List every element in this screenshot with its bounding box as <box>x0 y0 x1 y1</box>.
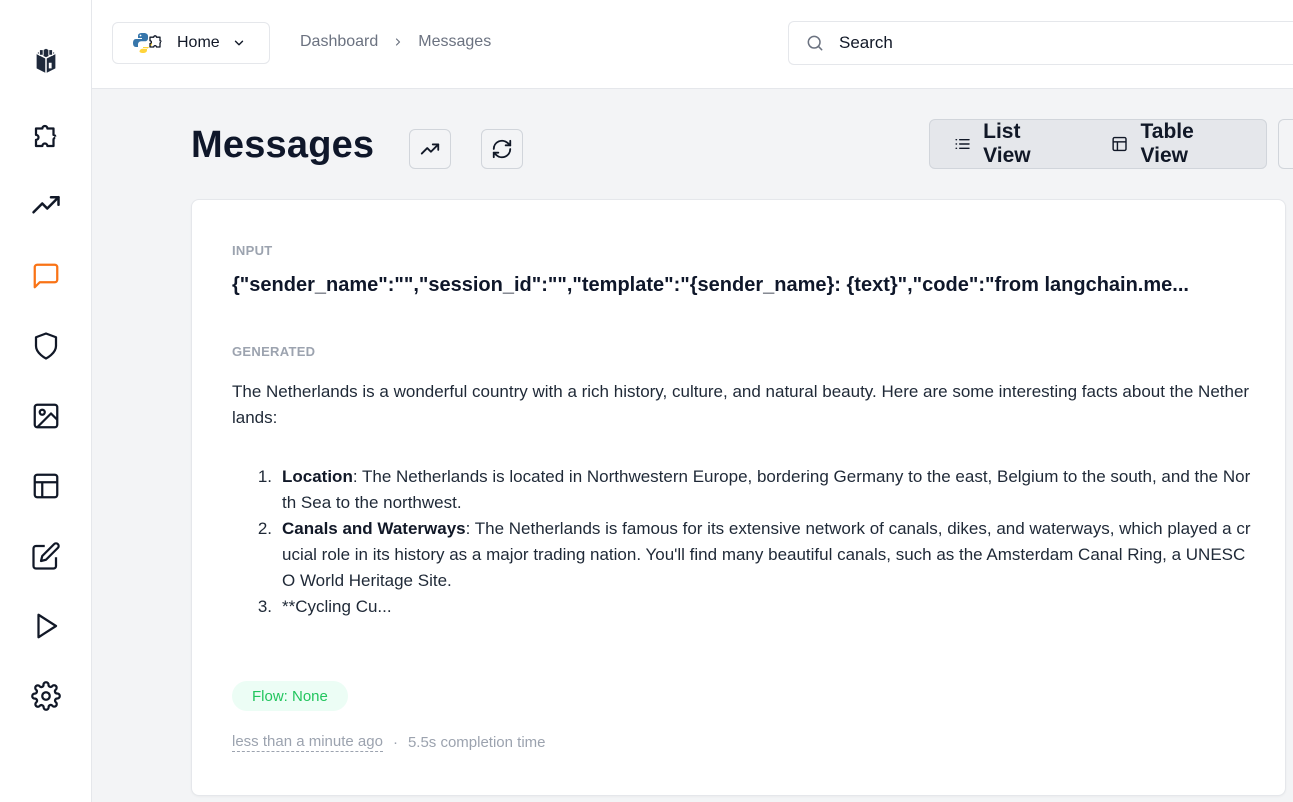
extra-toolbar-button[interactable] <box>1278 119 1293 169</box>
list-item-text: **Cycling Cu... <box>282 597 392 616</box>
breadcrumb-messages: Messages <box>418 33 492 50</box>
list-view-button[interactable]: List View <box>934 120 1090 167</box>
input-label: INPUT <box>232 243 273 258</box>
chevron-right-icon <box>396 38 401 46</box>
analytics-button[interactable] <box>409 129 451 169</box>
message-card: INPUT {"sender_name":"","session_id":"",… <box>191 199 1286 796</box>
logo-icon <box>36 48 56 74</box>
flow-badge: Flow: None <box>232 681 348 711</box>
python-puzzle-icon <box>133 33 162 53</box>
list-icon <box>955 139 970 149</box>
message-meta: less than a minute ago · 5.5s completion… <box>232 733 546 752</box>
sidebar <box>0 0 92 802</box>
sidebar-item-analytics[interactable] <box>26 186 66 226</box>
sidebar-item-edit[interactable] <box>26 536 66 576</box>
list-item-number: 2. <box>257 519 272 538</box>
search-input[interactable] <box>839 33 1239 53</box>
list-item-number: 1. <box>257 467 272 486</box>
table-icon <box>33 473 59 499</box>
generated-list: 1. Location: The Netherlands is located … <box>232 464 1252 620</box>
refresh-icon <box>492 139 512 159</box>
list-item: 2. Canals and Waterways: The Netherlands… <box>232 516 1252 594</box>
list-item-title: Canals and Waterways <box>282 519 466 538</box>
sidebar-item-messages[interactable] <box>26 256 66 296</box>
sidebar-item-tables[interactable] <box>26 466 66 506</box>
list-item-number: 3. <box>257 597 272 616</box>
gear-icon <box>31 681 61 711</box>
generated-intro: The Netherlands is a wonderful country w… <box>232 382 1250 427</box>
play-icon <box>37 613 58 639</box>
chevron-down-icon <box>234 40 243 46</box>
sidebar-item-plugins[interactable] <box>26 116 66 156</box>
sidebar-item-security[interactable] <box>26 326 66 366</box>
input-value: {"sender_name":"","session_id":"","templ… <box>232 274 1189 296</box>
puzzle-icon <box>34 124 57 148</box>
list-item-title: Location <box>282 467 353 486</box>
sidebar-logo[interactable] <box>26 39 66 79</box>
home-dropdown-button[interactable]: Home <box>112 22 270 64</box>
table-view-button[interactable]: Table View <box>1091 120 1262 167</box>
completion-time: 5.5s completion time <box>407 734 546 751</box>
top-header: Home Dashboard Messages <box>92 0 1293 89</box>
list-item: 1. Location: The Netherlands is located … <box>232 464 1252 516</box>
meta-separator: · <box>392 734 398 751</box>
breadcrumb-dashboard[interactable]: Dashboard <box>300 33 378 51</box>
timestamp[interactable]: less than a minute ago <box>232 733 383 752</box>
sidebar-item-run[interactable] <box>26 606 66 646</box>
message-icon <box>33 263 59 289</box>
table-icon <box>1112 136 1128 152</box>
trending-up-icon <box>32 196 60 214</box>
page-title: Messages <box>191 124 375 166</box>
shield-icon <box>34 332 58 360</box>
sidebar-item-images[interactable] <box>26 396 66 436</box>
trending-up-icon <box>420 143 440 155</box>
generated-label: GENERATED <box>232 344 316 359</box>
home-label: Home <box>177 34 220 51</box>
edit-icon <box>32 542 60 570</box>
table-view-label: Table View <box>1140 120 1194 167</box>
list-view-label: List View <box>983 120 1031 167</box>
list-item: 3. **Cycling Cu... <box>232 594 1252 620</box>
view-toggle: List View Table View <box>929 119 1267 169</box>
search-box <box>788 21 1293 65</box>
sidebar-item-settings[interactable] <box>26 676 66 716</box>
breadcrumb: Dashboard Messages <box>300 33 491 51</box>
list-item-text: : The Netherlands is located in Northwes… <box>282 467 1251 512</box>
image-icon <box>33 403 59 429</box>
refresh-button[interactable] <box>481 129 523 169</box>
search-icon <box>807 35 823 51</box>
